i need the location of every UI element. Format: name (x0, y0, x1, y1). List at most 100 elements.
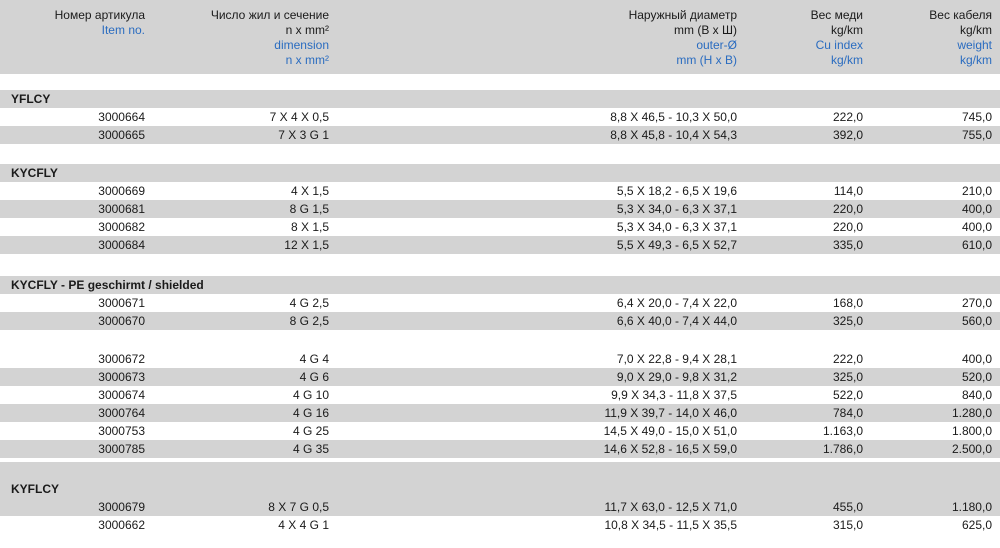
table-row: 3000682 8 X 1,5 5,3 X 34,0 - 6,3 X 37,1 … (0, 218, 1000, 236)
group-band: YFLCY (0, 90, 1000, 108)
dimension: 8 G 1,5 (289, 202, 329, 216)
cu-index: 315,0 (832, 518, 863, 532)
header-cu-ru-2: kg/km (830, 23, 863, 37)
table-row: 3000670 8 G 2,5 6,6 X 40,0 - 7,4 X 44,0 … (0, 312, 1000, 330)
header-item-no: Номер артикула Item no. (0, 8, 145, 38)
cu-index: 522,0 (832, 388, 863, 402)
table-row: 3000662 4 X 4 G 1 10,8 X 34,5 - 11,5 X 3… (0, 516, 1000, 534)
header-weight-ru-1: Вес кабеля (929, 8, 992, 22)
header-diameter-ru-2: mm (В х Ш) (674, 23, 737, 37)
header-cu-ru-1: Вес меди (810, 8, 863, 22)
item-no: 3000671 (98, 296, 145, 310)
header-cu-en-1: Cu index (815, 38, 863, 52)
item-no: 3000785 (98, 442, 145, 456)
table-row: 3000785 4 G 35 14,6 X 52,8 - 16,5 X 59,0… (0, 440, 1000, 458)
header-dimension: Число жил и сечение n x mm² dimension n … (180, 8, 329, 68)
weight: 210,0 (961, 184, 992, 198)
table-row: 3000669 4 X 1,5 5,5 X 18,2 - 6,5 X 19,6 … (0, 182, 1000, 200)
table-row: 3000664 7 X 4 X 0,5 8,8 X 46,5 - 10,3 X … (0, 108, 1000, 126)
dimension: 4 X 4 G 1 (278, 518, 329, 532)
weight: 270,0 (961, 296, 992, 310)
dimension: 8 X 1,5 (290, 220, 329, 234)
outer-diameter: 11,7 X 63,0 - 12,5 X 71,0 (604, 500, 737, 514)
weight: 1.800,0 (951, 424, 992, 438)
cu-index: 392,0 (832, 128, 863, 142)
dimension: 4 G 35 (292, 442, 329, 456)
cu-index: 222,0 (832, 110, 863, 124)
outer-diameter: 14,6 X 52,8 - 16,5 X 59,0 (603, 442, 737, 456)
weight: 400,0 (961, 352, 992, 366)
group-label: KYCFLY (11, 166, 58, 180)
header-diameter-en-2: mm (H x B) (676, 53, 737, 67)
header-diameter-ru-1: Наружный диаметр (628, 8, 737, 22)
item-no: 3000670 (98, 314, 145, 328)
dimension: 4 X 1,5 (290, 184, 329, 198)
header-weight-en-1: weight (957, 38, 992, 52)
group-band: KYCFLY - PE geschirmt / shielded (0, 276, 1000, 294)
group-band: KYFLCY (0, 480, 1000, 498)
outer-diameter: 10,8 X 34,5 - 11,5 X 35,5 (604, 518, 737, 532)
item-no: 3000681 (98, 202, 145, 216)
header-item-no-en: Item no. (101, 23, 145, 37)
table-row: 3000674 4 G 10 9,9 X 34,3 - 11,8 X 37,5 … (0, 386, 1000, 404)
table-row: 3000684 12 X 1,5 5,5 X 49,3 - 6,5 X 52,7… (0, 236, 1000, 254)
dimension: 4 G 10 (292, 388, 329, 402)
item-no: 3000665 (98, 128, 145, 142)
table-header: Номер артикула Item no. Число жил и сече… (0, 0, 1000, 74)
item-no: 3000679 (98, 500, 145, 514)
item-no: 3000684 (98, 238, 145, 252)
cu-index: 325,0 (832, 370, 863, 384)
outer-diameter: 9,0 X 29,0 - 9,8 X 31,2 (616, 370, 737, 384)
outer-diameter: 5,5 X 49,3 - 6,5 X 52,7 (616, 238, 737, 252)
header-cu-en-2: kg/km (830, 53, 863, 67)
dimension: 4 G 16 (292, 406, 329, 420)
group-band (0, 462, 1000, 480)
table-row: 3000753 4 G 25 14,5 X 49,0 - 15,0 X 51,0… (0, 422, 1000, 440)
dimension: 12 X 1,5 (284, 238, 329, 252)
group-band: KYCFLY (0, 164, 1000, 182)
weight: 610,0 (961, 238, 992, 252)
weight: 755,0 (961, 128, 992, 142)
weight: 745,0 (961, 110, 992, 124)
cu-index: 222,0 (832, 352, 863, 366)
outer-diameter: 5,3 X 34,0 - 6,3 X 37,1 (616, 220, 737, 234)
weight: 400,0 (961, 220, 992, 234)
dimension: 7 X 4 X 0,5 (269, 110, 329, 124)
dimension: 8 X 7 G 0,5 (268, 500, 329, 514)
cu-index: 220,0 (832, 220, 863, 234)
dimension: 4 G 6 (299, 370, 329, 384)
group-label: YFLCY (11, 92, 51, 106)
cu-index: 455,0 (832, 500, 863, 514)
cu-index: 1.786,0 (822, 442, 863, 456)
dimension: 7 X 3 G 1 (278, 128, 329, 142)
group-label: KYFLCY (11, 482, 59, 496)
header-cu-index: Вес меди kg/km Cu index kg/km (760, 8, 863, 68)
header-diameter-en-1: outer-Ø (696, 38, 737, 52)
table-row: 3000679 8 X 7 G 0,5 11,7 X 63,0 - 12,5 X… (0, 498, 1000, 516)
header-dimension-en-2: n x mm² (285, 53, 329, 67)
dimension: 8 G 2,5 (289, 314, 329, 328)
weight: 840,0 (961, 388, 992, 402)
item-no: 3000682 (98, 220, 145, 234)
cu-index: 784,0 (832, 406, 863, 420)
item-no: 3000753 (98, 424, 145, 438)
table-row: 3000671 4 G 2,5 6,4 X 20,0 - 7,4 X 22,0 … (0, 294, 1000, 312)
weight: 560,0 (961, 314, 992, 328)
outer-diameter: 9,9 X 34,3 - 11,8 X 37,5 (611, 388, 737, 402)
weight: 520,0 (961, 370, 992, 384)
cu-index: 335,0 (832, 238, 863, 252)
item-no: 3000664 (98, 110, 145, 124)
item-no: 3000669 (98, 184, 145, 198)
outer-diameter: 6,4 X 20,0 - 7,4 X 22,0 (616, 296, 737, 310)
item-no: 3000673 (98, 370, 145, 384)
table-row: 3000681 8 G 1,5 5,3 X 34,0 - 6,3 X 37,1 … (0, 200, 1000, 218)
dimension: 4 G 4 (299, 352, 329, 366)
header-dimension-ru-1: Число жил и сечение (210, 8, 329, 22)
outer-diameter: 11,9 X 39,7 - 14,0 X 46,0 (604, 406, 737, 420)
table-row: 3000673 4 G 6 9,0 X 29,0 - 9,8 X 31,2 32… (0, 368, 1000, 386)
weight: 1.280,0 (951, 406, 992, 420)
header-dimension-en-1: dimension (274, 38, 329, 52)
header-dimension-ru-2: n x mm² (285, 23, 329, 37)
outer-diameter: 14,5 X 49,0 - 15,0 X 51,0 (603, 424, 737, 438)
weight: 2.500,0 (951, 442, 992, 456)
